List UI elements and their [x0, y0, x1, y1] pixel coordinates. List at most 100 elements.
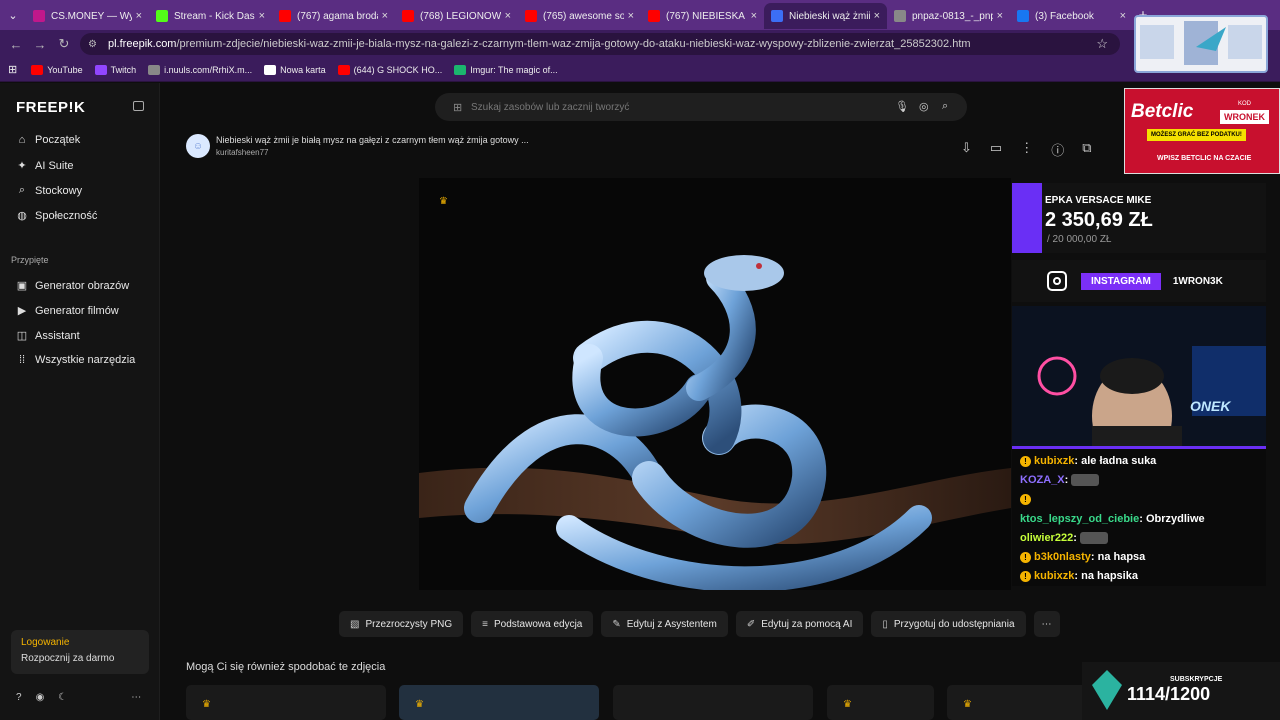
- chat-username[interactable]: oliwier222: [1020, 532, 1073, 544]
- action-button[interactable]: ▯ Przygotuj do udostępniania: [871, 611, 1026, 637]
- sidebar-item[interactable]: ⁞⁞ Wszystkie narzędzia: [16, 354, 135, 366]
- bookmark-label: Imgur: The magic of...: [470, 64, 558, 75]
- sidebar-item[interactable]: ◍ Społeczność: [16, 209, 98, 223]
- browser-tab[interactable]: CS.MONEY — Wymi ×: [26, 3, 149, 29]
- freepik-logo[interactable]: FREEP!K: [16, 99, 85, 116]
- login-title[interactable]: Logowanie: [21, 637, 139, 648]
- action-button[interactable]: ▧ Przezroczysty PNG: [339, 611, 464, 637]
- back-icon[interactable]: ←: [4, 37, 28, 52]
- sidebar-item[interactable]: ✦ AI Suite: [16, 159, 73, 173]
- browser-tab[interactable]: Stream - Kick Dashbo ×: [149, 3, 272, 29]
- close-tab-icon[interactable]: ×: [874, 10, 880, 22]
- close-tab-icon[interactable]: ×: [505, 10, 511, 22]
- related-thumb[interactable]: ♛: [399, 685, 599, 720]
- donation-name: EPKA VERSACE MIKE: [1045, 195, 1152, 206]
- browser-tab[interactable]: (767) NIEBIESKA ×: [641, 3, 764, 29]
- chat-username[interactable]: kubixzk: [1034, 455, 1074, 467]
- globe-icon: [148, 64, 161, 75]
- chat-badge-icon: !: [1020, 551, 1031, 563]
- download-icon[interactable]: ⇩: [961, 140, 972, 159]
- google-icon: [264, 64, 277, 75]
- camera-search-icon[interactable]: ◎: [919, 100, 929, 113]
- author-avatar[interactable]: ☺: [186, 134, 210, 158]
- donation-goal-widget: EPKA VERSACE MIKE 2 350,69 ZŁ / 20 000,0…: [1012, 183, 1266, 253]
- related-thumb[interactable]: ♛: [947, 685, 1087, 720]
- search-input[interactable]: [471, 98, 871, 116]
- tab-title: Niebieski wąż żmii je: [789, 10, 870, 22]
- browser-tab[interactable]: (3) Facebook ×: [1010, 3, 1133, 29]
- browser-tab[interactable]: pnpaz-0813_-_pnpaz ×: [887, 3, 1010, 29]
- more-actions-button[interactable]: ⋯: [1033, 611, 1060, 637]
- microphone-icon[interactable]: 🎙: [895, 100, 909, 113]
- sidebar-item[interactable]: ⌂ Początek: [16, 134, 81, 146]
- close-tab-icon[interactable]: ×: [751, 10, 757, 22]
- chat-username[interactable]: KOZA_X: [1020, 474, 1065, 486]
- pinned-section-label: Przypięte: [11, 255, 49, 265]
- action-button[interactable]: ≡ Podstawowa edycja: [471, 611, 594, 637]
- browser-tab[interactable]: (768) LEGIONOWO ×: [395, 3, 518, 29]
- action-button[interactable]: ✎ Edytuj z Asystentem: [601, 611, 728, 637]
- chat-text: na hapsa: [1097, 551, 1146, 564]
- login-subtitle[interactable]: Rozpocznij za darmo: [21, 653, 139, 664]
- sidebar-item[interactable]: ▶ Generator filmów: [16, 304, 119, 318]
- collapse-sidebar-icon[interactable]: [133, 101, 144, 111]
- chat-username[interactable]: ktos_lepszy_od_ciebie: [1020, 513, 1139, 525]
- sidebar-item[interactable]: ⌕ Stockowy: [16, 184, 82, 197]
- close-tab-icon[interactable]: ×: [1120, 10, 1126, 22]
- bookmark-item[interactable]: Imgur: The magic of...: [454, 64, 558, 75]
- subs-value: 1114/1200: [1127, 684, 1211, 704]
- sidebar-item-label: Społeczność: [35, 209, 98, 222]
- sidebar-item[interactable]: ◫ Assistant: [16, 329, 80, 343]
- close-tab-icon[interactable]: ×: [997, 10, 1003, 22]
- chat-message: ktos_lepszy_od_ciebie: Obrzydliwe: [1020, 510, 1258, 529]
- tab-search-icon[interactable]: ⌄: [0, 0, 26, 30]
- site-info-icon[interactable]: ⚙: [88, 39, 102, 50]
- bookmark-item[interactable]: (644) G SHOCK HO...: [337, 64, 442, 75]
- tab-title: pnpaz-0813_-_pnpaz: [912, 10, 993, 22]
- sidebar-item[interactable]: ▣ Generator obrazów: [16, 279, 129, 293]
- discord-icon[interactable]: ◉: [36, 692, 45, 703]
- info-icon[interactable]: ⓘ: [1051, 140, 1064, 159]
- close-tab-icon[interactable]: ×: [628, 10, 634, 22]
- bookmark-label: i.nuuls.com/RrhiX.m...: [164, 64, 253, 75]
- close-tab-icon[interactable]: ×: [136, 10, 142, 22]
- kick-icon: [156, 10, 168, 22]
- bookmark-item[interactable]: Twitch: [94, 64, 136, 75]
- close-tab-icon[interactable]: ×: [382, 10, 388, 22]
- author-name[interactable]: kuritafsheen77: [216, 148, 529, 157]
- copy-icon[interactable]: ⧉: [1082, 140, 1091, 159]
- edit-icon: ✎: [612, 618, 621, 630]
- forward-icon[interactable]: →: [28, 37, 52, 52]
- youtube-icon: [525, 10, 537, 22]
- action-button[interactable]: ✐ Edytuj za pomocą AI: [735, 611, 864, 637]
- search-filter-icon[interactable]: ⊞: [453, 101, 462, 114]
- chat-username[interactable]: kubixzk: [1034, 570, 1074, 582]
- reload-icon[interactable]: ↻: [52, 36, 76, 52]
- bookmark-star-icon[interactable]: ☆: [1096, 36, 1108, 52]
- apps-grid-icon[interactable]: ⊞: [8, 63, 17, 76]
- login-card[interactable]: Logowanie Rozpocznij za darmo: [11, 630, 149, 674]
- bookmark-item[interactable]: Nowa karta: [264, 64, 326, 75]
- edit-actions: ▧ Przezroczysty PNG ≡ Podstawowa edycja ✎ Edy…: [339, 611, 1060, 637]
- close-tab-icon[interactable]: ×: [259, 10, 265, 22]
- asset-image[interactable]: ♛: [419, 178, 1011, 590]
- tab-title: (767) agama brodata: [297, 10, 378, 22]
- collection-icon[interactable]: ▭: [990, 140, 1002, 159]
- search-icon[interactable]: ⌕: [942, 100, 948, 113]
- related-thumb[interactable]: [613, 685, 813, 720]
- help-icon[interactable]: ?: [16, 692, 22, 703]
- bookmark-item[interactable]: YouTube: [31, 64, 83, 75]
- browser-tab[interactable]: Niebieski wąż żmii je ×: [764, 3, 887, 29]
- url-bar[interactable]: ⚙ pl.freepik.com/premium-zdjecie/niebies…: [80, 33, 1120, 55]
- chat-username[interactable]: b3k0nlasty: [1034, 551, 1091, 563]
- more-icon[interactable]: ⋯: [131, 692, 141, 703]
- chat-message: ! kubixzk: ale ładna suka: [1020, 452, 1258, 471]
- theme-toggle-icon[interactable]: ☾: [58, 692, 67, 703]
- related-thumb[interactable]: ♛: [186, 685, 386, 720]
- more-options-icon[interactable]: ⋮: [1020, 140, 1033, 159]
- bookmark-item[interactable]: i.nuuls.com/RrhiX.m...: [148, 64, 253, 75]
- browser-tab[interactable]: (765) awesome soun ×: [518, 3, 641, 29]
- image-icon: ▣: [16, 280, 28, 292]
- browser-tab[interactable]: (767) agama brodata ×: [272, 3, 395, 29]
- related-thumb[interactable]: ♛: [827, 685, 934, 720]
